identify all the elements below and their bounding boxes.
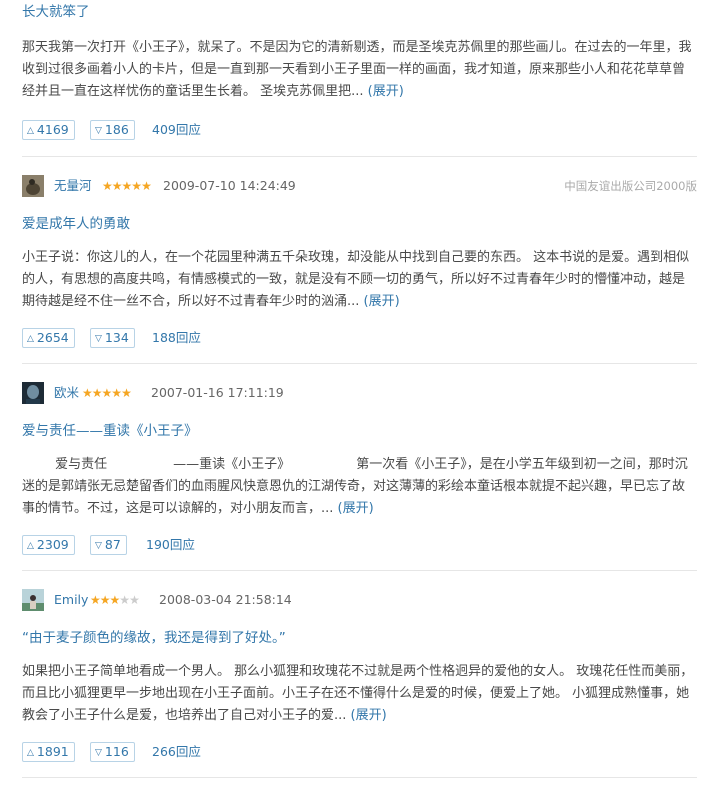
useless-button[interactable]: ▽ 87 — [90, 535, 127, 555]
review-list: 长大就笨了 那天我第一次打开《小王子》，就呆了。不是因为它的清新剔透，而是圣埃克… — [0, 0, 709, 788]
review-time: 2008-03-04 21:58:14 — [159, 592, 292, 607]
replies-link[interactable]: 266回应 — [152, 742, 201, 762]
down-triangle-icon: ▽ — [95, 126, 102, 136]
useless-count: 116 — [104, 744, 129, 759]
review-time: 2007-01-16 17:11:19 — [151, 385, 284, 400]
review-header: Emily ★★★★★ 2008-03-04 21:58:14 — [22, 589, 697, 611]
down-triangle-icon: ▽ — [95, 541, 102, 551]
divider — [22, 363, 697, 364]
useless-count: 134 — [104, 330, 129, 345]
star-icon: ★ — [91, 386, 103, 400]
replies-link[interactable]: 188回应 — [152, 328, 201, 348]
review-title[interactable]: “由于麦子颜色的缘故，我还是得到了好处。” — [22, 628, 697, 648]
review-time: 2009-07-10 14:24:49 — [163, 178, 296, 193]
avatar[interactable] — [22, 382, 44, 404]
up-triangle-icon: △ — [27, 748, 34, 758]
author-name[interactable]: 欧米 — [54, 382, 79, 404]
review-title[interactable]: 长大就笨了 — [22, 2, 697, 22]
star-icon: ★ — [111, 179, 123, 193]
up-triangle-icon: △ — [27, 541, 34, 551]
rating-stars: ★★★★★ — [82, 382, 132, 404]
review-body: 小王子说：你这儿的人，在一个花园里种满五千朵玫瑰，却没能从中找到自己要的东西。 … — [22, 247, 697, 313]
review-header: 无量河 ★★★★★ 2009-07-10 14:24:49 中国友谊出版公司20… — [22, 175, 697, 197]
useful-button[interactable]: △ 4169 — [22, 120, 75, 140]
star-icon: ★ — [121, 386, 132, 400]
author-name[interactable]: 无量河 — [54, 175, 92, 197]
star-icon: ★ — [111, 386, 122, 400]
useless-count: 186 — [104, 122, 129, 137]
star-icon: ★ — [121, 179, 133, 193]
down-triangle-icon: ▽ — [95, 334, 102, 344]
review-body: 那天我第一次打开《小王子》，就呆了。不是因为它的清新剔透，而是圣埃克苏佩里的那些… — [22, 37, 697, 103]
edition-source[interactable]: 中国友谊出版公司2000版 — [564, 175, 697, 197]
star-icon: ★ — [109, 593, 121, 607]
useless-count: 87 — [104, 537, 121, 552]
useless-button[interactable]: ▽ 186 — [90, 120, 135, 140]
useful-count: 2309 — [36, 537, 69, 552]
expand-link[interactable]: (展开) — [364, 294, 400, 309]
review-body-text: 小王子说：你这儿的人，在一个花园里种满五千朵玫瑰，却没能从中找到自己要的东西。 … — [22, 250, 690, 309]
useful-button[interactable]: △ 2309 — [22, 535, 75, 555]
divider — [22, 570, 697, 571]
star-icon: ★ — [90, 593, 101, 607]
expand-link[interactable]: (展开) — [351, 708, 387, 723]
useless-button[interactable]: ▽ 134 — [90, 328, 135, 348]
useful-count: 4169 — [36, 122, 69, 137]
author-name[interactable]: Emily — [54, 589, 88, 611]
useful-count: 1891 — [36, 744, 69, 759]
star-icon: ★ — [101, 386, 113, 400]
replies-link[interactable]: 190回应 — [146, 535, 195, 555]
review-card: 无量河 ★★★★★ 2009-07-10 14:24:49 中国友谊出版公司20… — [22, 175, 697, 348]
divider — [22, 156, 697, 157]
up-triangle-icon: △ — [27, 126, 34, 136]
review-title[interactable]: 爱是成年人的勇敢 — [22, 214, 697, 234]
avatar[interactable] — [22, 589, 44, 611]
review-body: 爱与责任 ——重读《小王子》 第一次看《小王子》，是在小学五年级到初一之间，那时… — [22, 454, 697, 520]
star-icon: ★ — [131, 179, 142, 193]
up-triangle-icon: △ — [27, 334, 34, 344]
useful-button[interactable]: △ 2654 — [22, 328, 75, 348]
review-body: 如果把小王子简单地看成一个男人。 那么小狐狸和玫瑰花不过就是两个性格迥异的爱他的… — [22, 661, 697, 727]
star-icon: ★ — [141, 179, 152, 193]
review-card: 欧米 ★★★★★ 2007-01-16 17:11:19 爱与责任——重读《小王… — [22, 382, 697, 555]
replies-link[interactable]: 409回应 — [152, 120, 201, 140]
review-card: 长大就笨了 那天我第一次打开《小王子》，就呆了。不是因为它的清新剔透，而是圣埃克… — [22, 2, 697, 140]
divider — [22, 777, 697, 778]
review-title[interactable]: 爱与责任——重读《小王子》 — [22, 421, 697, 441]
star-icon: ★ — [82, 386, 93, 400]
review-actions: △ 2654 ▽ 134 188回应 — [22, 328, 697, 348]
expand-link[interactable]: (展开) — [368, 84, 404, 99]
useful-count: 2654 — [36, 330, 69, 345]
expand-link[interactable]: (展开) — [338, 501, 374, 516]
review-actions: △ 4169 ▽ 186 409回应 — [22, 120, 697, 140]
star-icon: ★ — [129, 593, 140, 607]
star-icon: ★ — [102, 179, 113, 193]
avatar[interactable] — [22, 175, 44, 197]
rating-stars: ★★★★★ — [90, 589, 140, 611]
down-triangle-icon: ▽ — [95, 748, 102, 758]
rating-stars: ★★★★★ — [102, 175, 152, 197]
useful-button[interactable]: △ 1891 — [22, 742, 75, 762]
review-actions: △ 1891 ▽ 116 266回应 — [22, 742, 697, 762]
star-icon: ★ — [119, 593, 130, 607]
review-header: 欧米 ★★★★★ 2007-01-16 17:11:19 — [22, 382, 697, 404]
review-card: Emily ★★★★★ 2008-03-04 21:58:14 “由于麦子颜色的… — [22, 589, 697, 762]
star-icon: ★ — [99, 593, 111, 607]
review-body-text: 那天我第一次打开《小王子》，就呆了。不是因为它的清新剔透，而是圣埃克苏佩里的那些… — [22, 40, 692, 99]
review-actions: △ 2309 ▽ 87 190回应 — [22, 535, 697, 555]
useless-button[interactable]: ▽ 116 — [90, 742, 135, 762]
